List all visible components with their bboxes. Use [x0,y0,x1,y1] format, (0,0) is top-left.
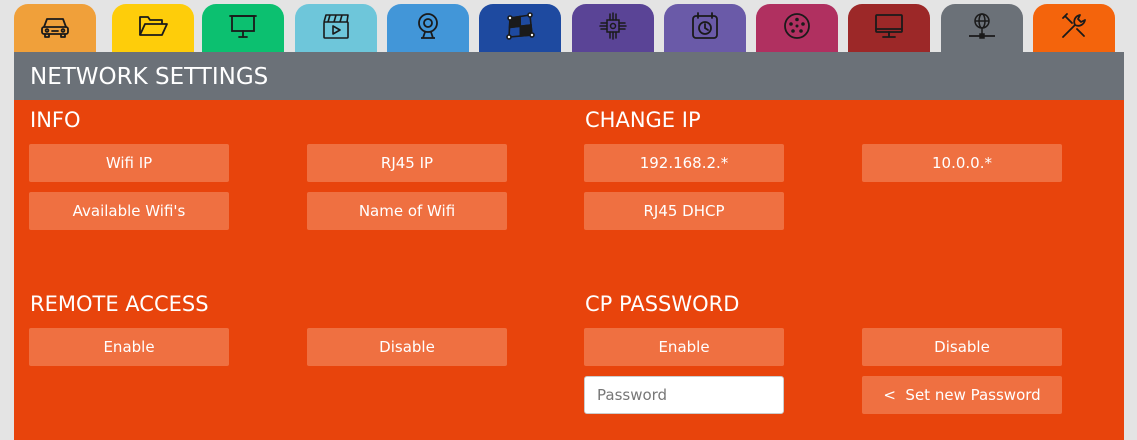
folder-icon [136,9,170,47]
tab-webcam[interactable] [387,4,469,52]
tab-car[interactable] [14,4,96,52]
tab-projector-screen[interactable] [202,4,284,52]
tools-icon [1057,9,1091,47]
cp-password-section-title: CP PASSWORD [585,292,740,316]
tab-bar [14,4,1124,52]
network-settings-panel: NETWORK SETTINGS INFO Wifi IP RJ45 IP Av… [14,52,1124,440]
name-of-wifi-button[interactable]: Name of Wifi [307,192,507,230]
tab-network[interactable] [941,4,1023,52]
tab-mapping[interactable] [479,4,561,52]
cp-password-disable-button[interactable]: Disable [862,328,1062,366]
tab-video[interactable] [295,4,377,52]
password-input[interactable] [584,376,784,414]
tab-scheduler[interactable] [664,4,746,52]
rj45-ip-button[interactable]: RJ45 IP [307,144,507,182]
page-title: NETWORK SETTINGS [14,52,1124,100]
clapperboard-icon [319,9,353,47]
available-wifis-button[interactable]: Available Wifi's [29,192,229,230]
car-icon [38,9,72,47]
mapping-grid-icon [503,9,537,47]
info-section-title: INFO [30,108,81,132]
wifi-ip-button[interactable]: Wifi IP [29,144,229,182]
calendar-clock-icon [688,9,722,47]
webcam-icon [411,9,445,47]
cp-password-enable-button[interactable]: Enable [584,328,784,366]
ip-10-0-0-button[interactable]: 10.0.0.* [862,144,1062,182]
dmx-connector-icon [780,9,814,47]
change-ip-section-title: CHANGE IP [585,108,701,132]
network-icon [965,9,999,47]
remote-access-disable-button[interactable]: Disable [307,328,507,366]
ip-192-168-button[interactable]: 192.168.2.* [584,144,784,182]
chip-icon [596,9,630,47]
monitor-icon [872,9,906,47]
tab-tools[interactable] [1033,4,1115,52]
projector-screen-icon [226,9,260,47]
tab-folder[interactable] [112,4,194,52]
rj45-dhcp-button[interactable]: RJ45 DHCP [584,192,784,230]
remote-access-section-title: REMOTE ACCESS [30,292,209,316]
tab-display[interactable] [848,4,930,52]
remote-access-enable-button[interactable]: Enable [29,328,229,366]
tab-dmx[interactable] [756,4,838,52]
set-new-password-button[interactable]: < Set new Password [862,376,1062,414]
tab-hardware[interactable] [572,4,654,52]
